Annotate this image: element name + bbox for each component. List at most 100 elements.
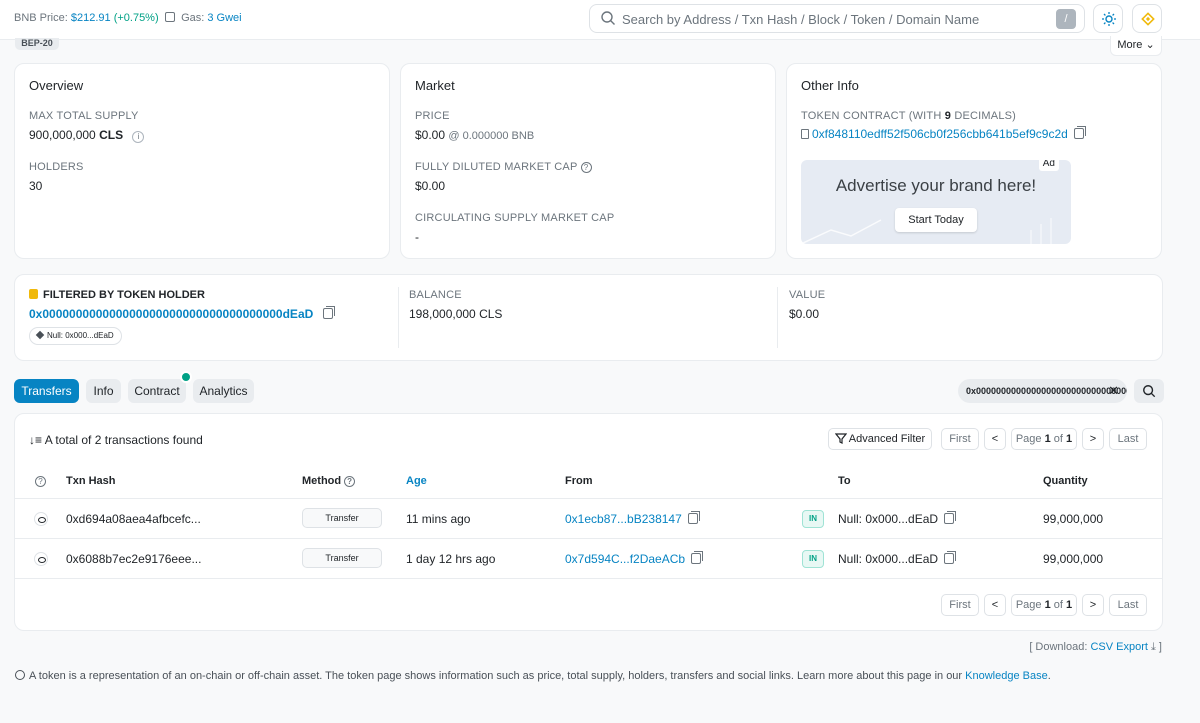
holder-address: 0x000000000000000000000000000000000000dE… bbox=[29, 306, 336, 321]
bnb-price: BNB Price: $212.91 (+0.75%) bbox=[14, 12, 159, 24]
page-pre: Page bbox=[1015, 599, 1045, 611]
ad-title: Advertise your brand here! bbox=[835, 176, 1037, 195]
last-page-button[interactable]: Last bbox=[1109, 428, 1147, 450]
info-icon[interactable]: i bbox=[132, 131, 145, 143]
theme-toggle-button[interactable] bbox=[1093, 4, 1123, 33]
header-txn-hash: Txn Hash bbox=[66, 475, 116, 487]
help-icon[interactable]: ? bbox=[35, 475, 46, 487]
holder-title-text: FILTERED BY TOKEN HOLDER bbox=[43, 289, 205, 301]
more-dropdown-button[interactable]: More ⌄ bbox=[1110, 36, 1162, 56]
value-label: VALUE bbox=[789, 289, 826, 301]
eye-icon[interactable] bbox=[34, 512, 48, 526]
question-icon[interactable]: ? bbox=[344, 476, 356, 487]
footnote-text: A token is a representation of an on-cha… bbox=[29, 670, 966, 682]
ad-label: Ad bbox=[1038, 160, 1059, 171]
top-bar: BNB Price: $212.91 (+0.75%) Gas: 3 Gwei … bbox=[0, 0, 1200, 40]
copy-icon[interactable] bbox=[323, 306, 336, 319]
copy-icon[interactable] bbox=[687, 511, 700, 524]
token-footnote: A token is a representation of an on-cha… bbox=[15, 670, 1051, 682]
last-page-button[interactable]: Last bbox=[1109, 594, 1147, 616]
max-supply-label: MAX TOTAL SUPPLY bbox=[29, 110, 139, 122]
advanced-filter-button[interactable]: Advanced Filter bbox=[828, 428, 932, 450]
copy-icon[interactable] bbox=[1073, 126, 1086, 139]
txn-hash-link[interactable]: 0x6088b7ec2e9176eee... bbox=[66, 552, 201, 566]
from-address: 0x7d594C...f2DaeACb bbox=[565, 551, 704, 566]
download-pre: [ Download: bbox=[1029, 641, 1091, 653]
csv-export-link[interactable]: CSV Export bbox=[1090, 641, 1147, 653]
holder-name-tag[interactable]: Null: 0x000...dEaD bbox=[29, 327, 122, 345]
holder-filter-card: FILTERED BY TOKEN HOLDER 0x0000000000000… bbox=[14, 274, 1163, 361]
from-address-link[interactable]: 0x1ecb87...bB238147 bbox=[565, 512, 682, 526]
ad-banner[interactable]: Ad Advertise your brand here! Start Toda… bbox=[801, 160, 1071, 244]
next-page-button[interactable]: > bbox=[1082, 428, 1104, 450]
page-indicator: Page 1 of 1 bbox=[1011, 428, 1077, 450]
global-search-input[interactable]: Search by Address / Txn Hash / Block / T… bbox=[589, 4, 1085, 33]
first-page-button[interactable]: First bbox=[941, 428, 979, 450]
csmc-value: - bbox=[415, 230, 419, 244]
fdmc-label: FULLY DILUTED MARKET CAP? bbox=[415, 161, 592, 173]
prev-page-button[interactable]: < bbox=[984, 428, 1006, 450]
copy-icon[interactable] bbox=[944, 551, 957, 564]
next-page-button[interactable]: > bbox=[1082, 594, 1104, 616]
eye-icon[interactable] bbox=[34, 552, 48, 566]
gas-value[interactable]: 3 Gwei bbox=[207, 12, 241, 24]
search-icon bbox=[1143, 385, 1156, 398]
contract-label-pre: TOKEN CONTRACT (WITH bbox=[801, 110, 945, 122]
other-info-title: Other Info bbox=[801, 78, 859, 93]
tab-contract[interactable]: Contract bbox=[128, 371, 192, 403]
search-icon bbox=[601, 11, 615, 25]
page-mid: of bbox=[1050, 433, 1067, 445]
download-post: ] bbox=[1155, 641, 1162, 653]
token-symbol: CLS bbox=[99, 128, 124, 142]
to-address-text: Null: 0x000...dEaD bbox=[838, 552, 939, 566]
sun-icon bbox=[1102, 12, 1116, 26]
prev-page-button[interactable]: < bbox=[984, 594, 1006, 616]
age-value: 1 day 12 hrs ago bbox=[406, 552, 496, 566]
holders-value: 30 bbox=[29, 179, 43, 193]
gas-pump-icon bbox=[165, 12, 175, 22]
copy-icon[interactable] bbox=[944, 511, 957, 524]
tab-transfers[interactable]: Transfers bbox=[14, 379, 79, 403]
from-address: 0x1ecb87...bB238147 bbox=[565, 511, 700, 526]
method-badge: Transfer bbox=[302, 508, 382, 528]
csmc-label: CIRCULATING SUPPLY MARKET CAP bbox=[415, 212, 615, 224]
price-usd: $0.00 bbox=[415, 128, 446, 142]
search-placeholder: Search by Address / Txn Hash / Block / T… bbox=[622, 12, 980, 27]
header-from: From bbox=[565, 475, 593, 487]
header-age[interactable]: Age bbox=[406, 475, 427, 487]
table-row: 0x6088b7ec2e9176eee... Transfer 1 day 12… bbox=[15, 538, 1162, 578]
filter-search-button[interactable] bbox=[1134, 379, 1164, 403]
txn-hash-link[interactable]: 0xd694a08aea4afbcefc... bbox=[66, 512, 201, 526]
question-icon[interactable]: ? bbox=[580, 162, 592, 173]
token-contract-value: 0xf848110edff52f506cb0f256cbb641b5ef9c9c… bbox=[801, 126, 1086, 141]
bnb-price-value[interactable]: $212.91 bbox=[71, 12, 111, 24]
overview-card: Overview MAX TOTAL SUPPLY 900,000,000 CL… bbox=[14, 63, 390, 259]
holder-address-link[interactable]: 0x000000000000000000000000000000000000dE… bbox=[29, 307, 313, 321]
copy-icon[interactable] bbox=[691, 551, 704, 564]
page-pre: Page bbox=[1015, 433, 1045, 445]
document-icon bbox=[801, 129, 809, 139]
bnb-logo-icon bbox=[1141, 12, 1155, 26]
market-card: Market PRICE $0.00 @ 0.000000 BNB FULLY … bbox=[400, 63, 776, 259]
tab-info[interactable]: Info bbox=[86, 379, 121, 403]
tab-analytics[interactable]: Analytics bbox=[193, 379, 254, 403]
from-address-link[interactable]: 0x7d594C...f2DaeACb bbox=[565, 552, 685, 566]
token-contract-link[interactable]: 0xf848110edff52f506cb0f256cbb641b5ef9c9c… bbox=[812, 127, 1068, 141]
fdmc-label-text: FULLY DILUTED MARKET CAP bbox=[415, 161, 578, 173]
filter-icon bbox=[834, 433, 848, 444]
bnb-price-change: (+0.75%) bbox=[113, 12, 159, 24]
address-filter-chip: 0x0000000000000000000000000000000000... … bbox=[958, 379, 1127, 403]
verified-check-icon bbox=[180, 371, 192, 383]
market-title: Market bbox=[415, 78, 455, 93]
tab-contract-label: Contract bbox=[134, 384, 180, 398]
knowledge-base-link[interactable]: Knowledge Base bbox=[965, 670, 1048, 682]
page-total: 1 bbox=[1066, 433, 1073, 445]
start-today-button[interactable]: Start Today bbox=[895, 208, 977, 232]
first-page-button[interactable]: First bbox=[941, 594, 979, 616]
bnb-network-button[interactable] bbox=[1132, 4, 1162, 33]
balance-value: 198,000,000 CLS bbox=[409, 307, 503, 321]
page-indicator: Page 1 of 1 bbox=[1011, 594, 1077, 616]
token-standard-tag: BEP-20 bbox=[15, 38, 59, 50]
clear-filter-icon[interactable]: ✕ bbox=[1108, 379, 1119, 403]
header-method: Method? bbox=[302, 475, 356, 487]
